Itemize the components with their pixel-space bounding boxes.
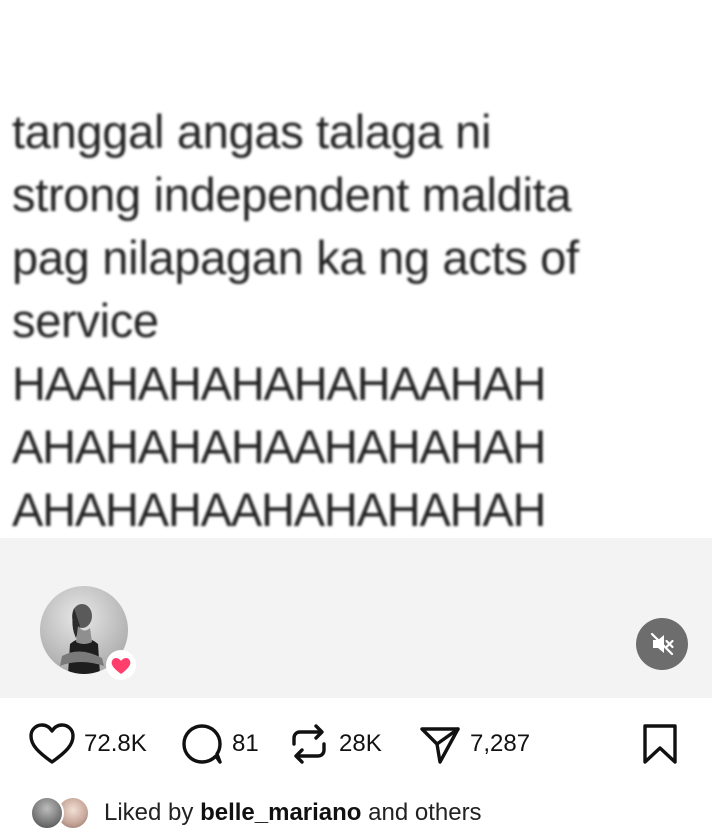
post-text-line: tanggal angas talaga ni <box>12 105 492 158</box>
bookmark-icon <box>643 724 677 764</box>
repost-button[interactable]: 28K <box>287 716 382 772</box>
post-text-line: pag nilapagan ka ng acts of <box>12 231 579 284</box>
action-bar: 72.8K 81 28K 7,287 <box>0 716 712 772</box>
share-count: 7,287 <box>470 730 531 757</box>
repost-arrows-icon <box>292 724 326 764</box>
post-text-line: HAAHAHAHAHAHAAHAH <box>12 357 546 410</box>
liked-by-prefix: Liked by <box>104 799 194 826</box>
comment-bubble-icon <box>182 724 222 764</box>
liker-avatar[interactable] <box>30 796 64 830</box>
post-text-line: service <box>12 294 159 347</box>
like-count: 72.8K <box>84 730 147 757</box>
comment-count: 81 <box>232 730 259 757</box>
post-text-line: strong independent maldita <box>12 168 572 221</box>
liked-by-suffix: and others <box>368 799 482 826</box>
heart-outline-icon <box>29 723 75 764</box>
speaker-muted-icon <box>650 632 674 656</box>
mute-button[interactable] <box>636 618 688 670</box>
like-button[interactable]: 72.8K <box>28 716 147 772</box>
heart-filled-icon <box>106 650 136 680</box>
post-text-line: AHAHAHAHAAHAHAHAH <box>12 420 546 473</box>
post-text-line: AHAHAHAAHAHAHAHAH <box>12 483 546 536</box>
post-text-image: tanggal angas talaga ni strong independe… <box>12 100 712 541</box>
liked-by-text: Liked by belle_mariano and others <box>104 799 482 827</box>
story-reaction-avatar[interactable] <box>40 586 136 680</box>
share-button[interactable]: 7,287 <box>418 716 530 772</box>
liked-by-username[interactable]: belle_mariano <box>200 799 361 826</box>
comment-button[interactable]: 81 <box>180 716 259 772</box>
save-button[interactable] <box>640 716 680 772</box>
liked-by-row[interactable]: Liked by belle_mariano and others <box>30 792 482 834</box>
repost-count: 28K <box>339 730 382 757</box>
paper-plane-icon <box>420 727 460 764</box>
